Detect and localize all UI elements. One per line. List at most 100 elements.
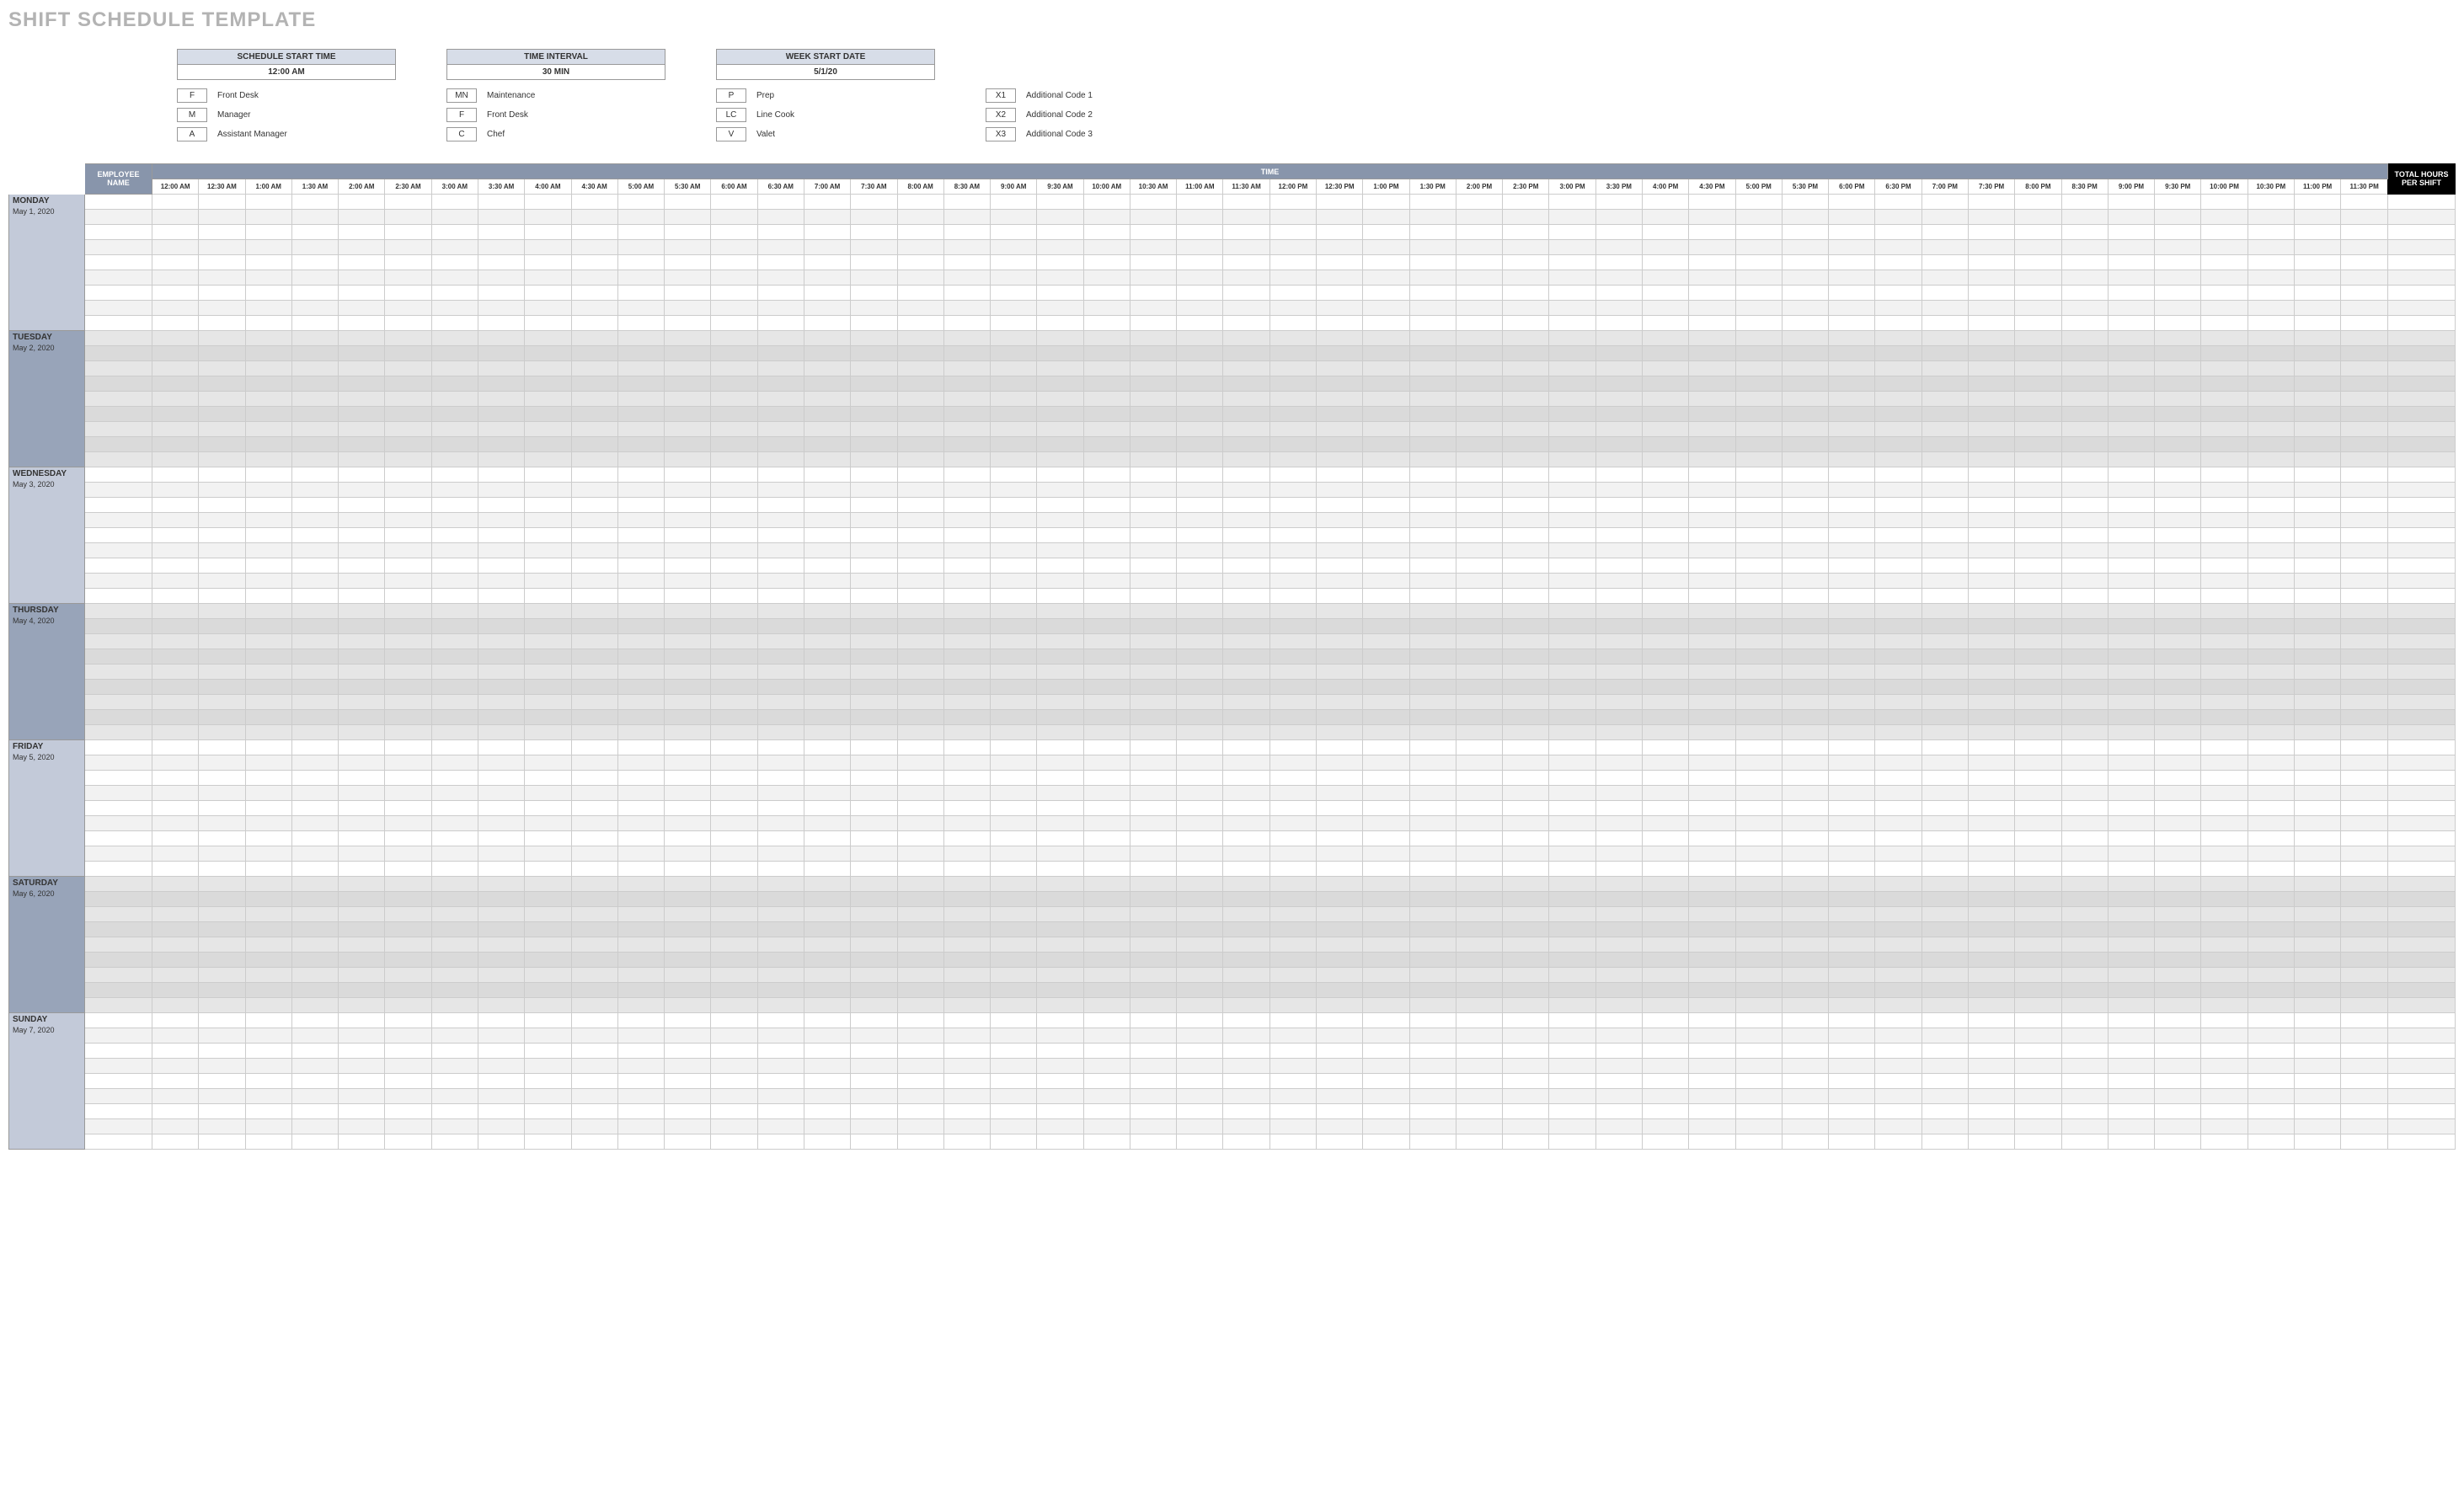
shift-slot[interactable] [1829,892,1875,907]
shift-slot[interactable] [245,801,291,816]
shift-slot[interactable] [1921,543,1968,558]
shift-slot[interactable] [385,649,431,665]
shift-slot[interactable] [943,286,990,301]
shift-slot[interactable] [1130,1059,1176,1074]
shift-slot[interactable] [2248,392,2294,407]
shift-slot[interactable] [2155,483,2201,498]
shift-slot[interactable] [757,1104,804,1119]
shift-slot[interactable] [1037,1044,1083,1059]
shift-slot[interactable] [199,634,245,649]
employee-cell[interactable] [85,1134,152,1150]
shift-slot[interactable] [2201,301,2248,316]
shift-slot[interactable] [665,710,711,725]
shift-slot[interactable] [711,483,757,498]
shift-slot[interactable] [1083,649,1130,665]
shift-slot[interactable] [525,452,571,467]
shift-slot[interactable] [757,710,804,725]
shift-slot[interactable] [152,665,199,680]
shift-slot[interactable] [1782,498,1828,513]
shift-slot[interactable] [1177,710,1223,725]
shift-slot[interactable] [1968,407,2014,422]
shift-slot[interactable] [991,877,1037,892]
shift-slot[interactable] [199,316,245,331]
shift-slot[interactable] [1503,255,1549,270]
shift-slot[interactable] [2155,286,2201,301]
shift-slot[interactable] [1269,452,1316,467]
shift-slot[interactable] [245,695,291,710]
shift-slot[interactable] [1735,968,1782,983]
shift-slot[interactable] [1689,953,1735,968]
shift-slot[interactable] [1223,1134,1269,1150]
shift-slot[interactable] [1782,968,1828,983]
employee-cell[interactable] [85,392,152,407]
shift-slot[interactable] [897,574,943,589]
shift-slot[interactable] [2155,968,2201,983]
shift-slot[interactable] [2061,589,2108,604]
shift-slot[interactable] [991,846,1037,862]
shift-slot[interactable] [478,740,524,755]
shift-slot[interactable] [711,968,757,983]
shift-slot[interactable] [991,937,1037,953]
shift-slot[interactable] [2061,346,2108,361]
shift-slot[interactable] [1130,543,1176,558]
shift-slot[interactable] [2061,376,2108,392]
shift-slot[interactable] [804,725,850,740]
shift-slot[interactable] [1829,498,1875,513]
shift-slot[interactable] [1875,270,1921,286]
shift-slot[interactable] [1595,558,1642,574]
shift-slot[interactable] [1083,1044,1130,1059]
shift-slot[interactable] [571,619,617,634]
shift-slot[interactable] [1317,210,1363,225]
shift-slot[interactable] [2201,771,2248,786]
shift-slot[interactable] [943,270,990,286]
shift-slot[interactable] [339,195,385,210]
shift-slot[interactable] [1735,619,1782,634]
shift-slot[interactable] [199,710,245,725]
shift-slot[interactable] [1083,846,1130,862]
shift-slot[interactable] [1083,862,1130,877]
shift-slot[interactable] [851,922,897,937]
shift-slot[interactable] [385,1013,431,1028]
shift-slot[interactable] [1829,286,1875,301]
shift-slot[interactable] [1503,968,1549,983]
shift-slot[interactable] [1782,270,1828,286]
shift-slot[interactable] [2155,892,2201,907]
shift-slot[interactable] [1363,665,1409,680]
shift-slot[interactable] [1409,589,1456,604]
shift-slot[interactable] [2341,301,2388,316]
shift-slot[interactable] [1503,740,1549,755]
shift-slot[interactable] [571,1028,617,1044]
shift-slot[interactable] [1317,1044,1363,1059]
shift-slot[interactable] [385,346,431,361]
shift-slot[interactable] [152,1134,199,1150]
shift-slot[interactable] [152,846,199,862]
shift-slot[interactable] [1689,1059,1735,1074]
shift-slot[interactable] [1409,1119,1456,1134]
shift-slot[interactable] [1177,407,1223,422]
shift-slot[interactable] [1689,574,1735,589]
shift-slot[interactable] [1409,725,1456,740]
shift-slot[interactable] [339,437,385,452]
shift-slot[interactable] [1735,361,1782,376]
shift-slot[interactable] [711,1028,757,1044]
shift-slot[interactable] [152,574,199,589]
shift-slot[interactable] [339,695,385,710]
shift-slot[interactable] [431,695,478,710]
shift-slot[interactable] [1875,1044,1921,1059]
shift-slot[interactable] [1829,649,1875,665]
employee-cell[interactable] [85,1013,152,1028]
shift-slot[interactable] [711,255,757,270]
shift-slot[interactable] [804,1089,850,1104]
shift-slot[interactable] [1875,604,1921,619]
shift-slot[interactable] [1223,255,1269,270]
shift-slot[interactable] [711,771,757,786]
shift-slot[interactable] [199,498,245,513]
shift-slot[interactable] [1689,558,1735,574]
shift-slot[interactable] [1177,528,1223,543]
shift-slot[interactable] [2248,968,2294,983]
shift-slot[interactable] [1921,316,1968,331]
shift-slot[interactable] [851,286,897,301]
shift-slot[interactable] [478,1044,524,1059]
shift-slot[interactable] [2341,467,2388,483]
shift-slot[interactable] [1829,983,1875,998]
